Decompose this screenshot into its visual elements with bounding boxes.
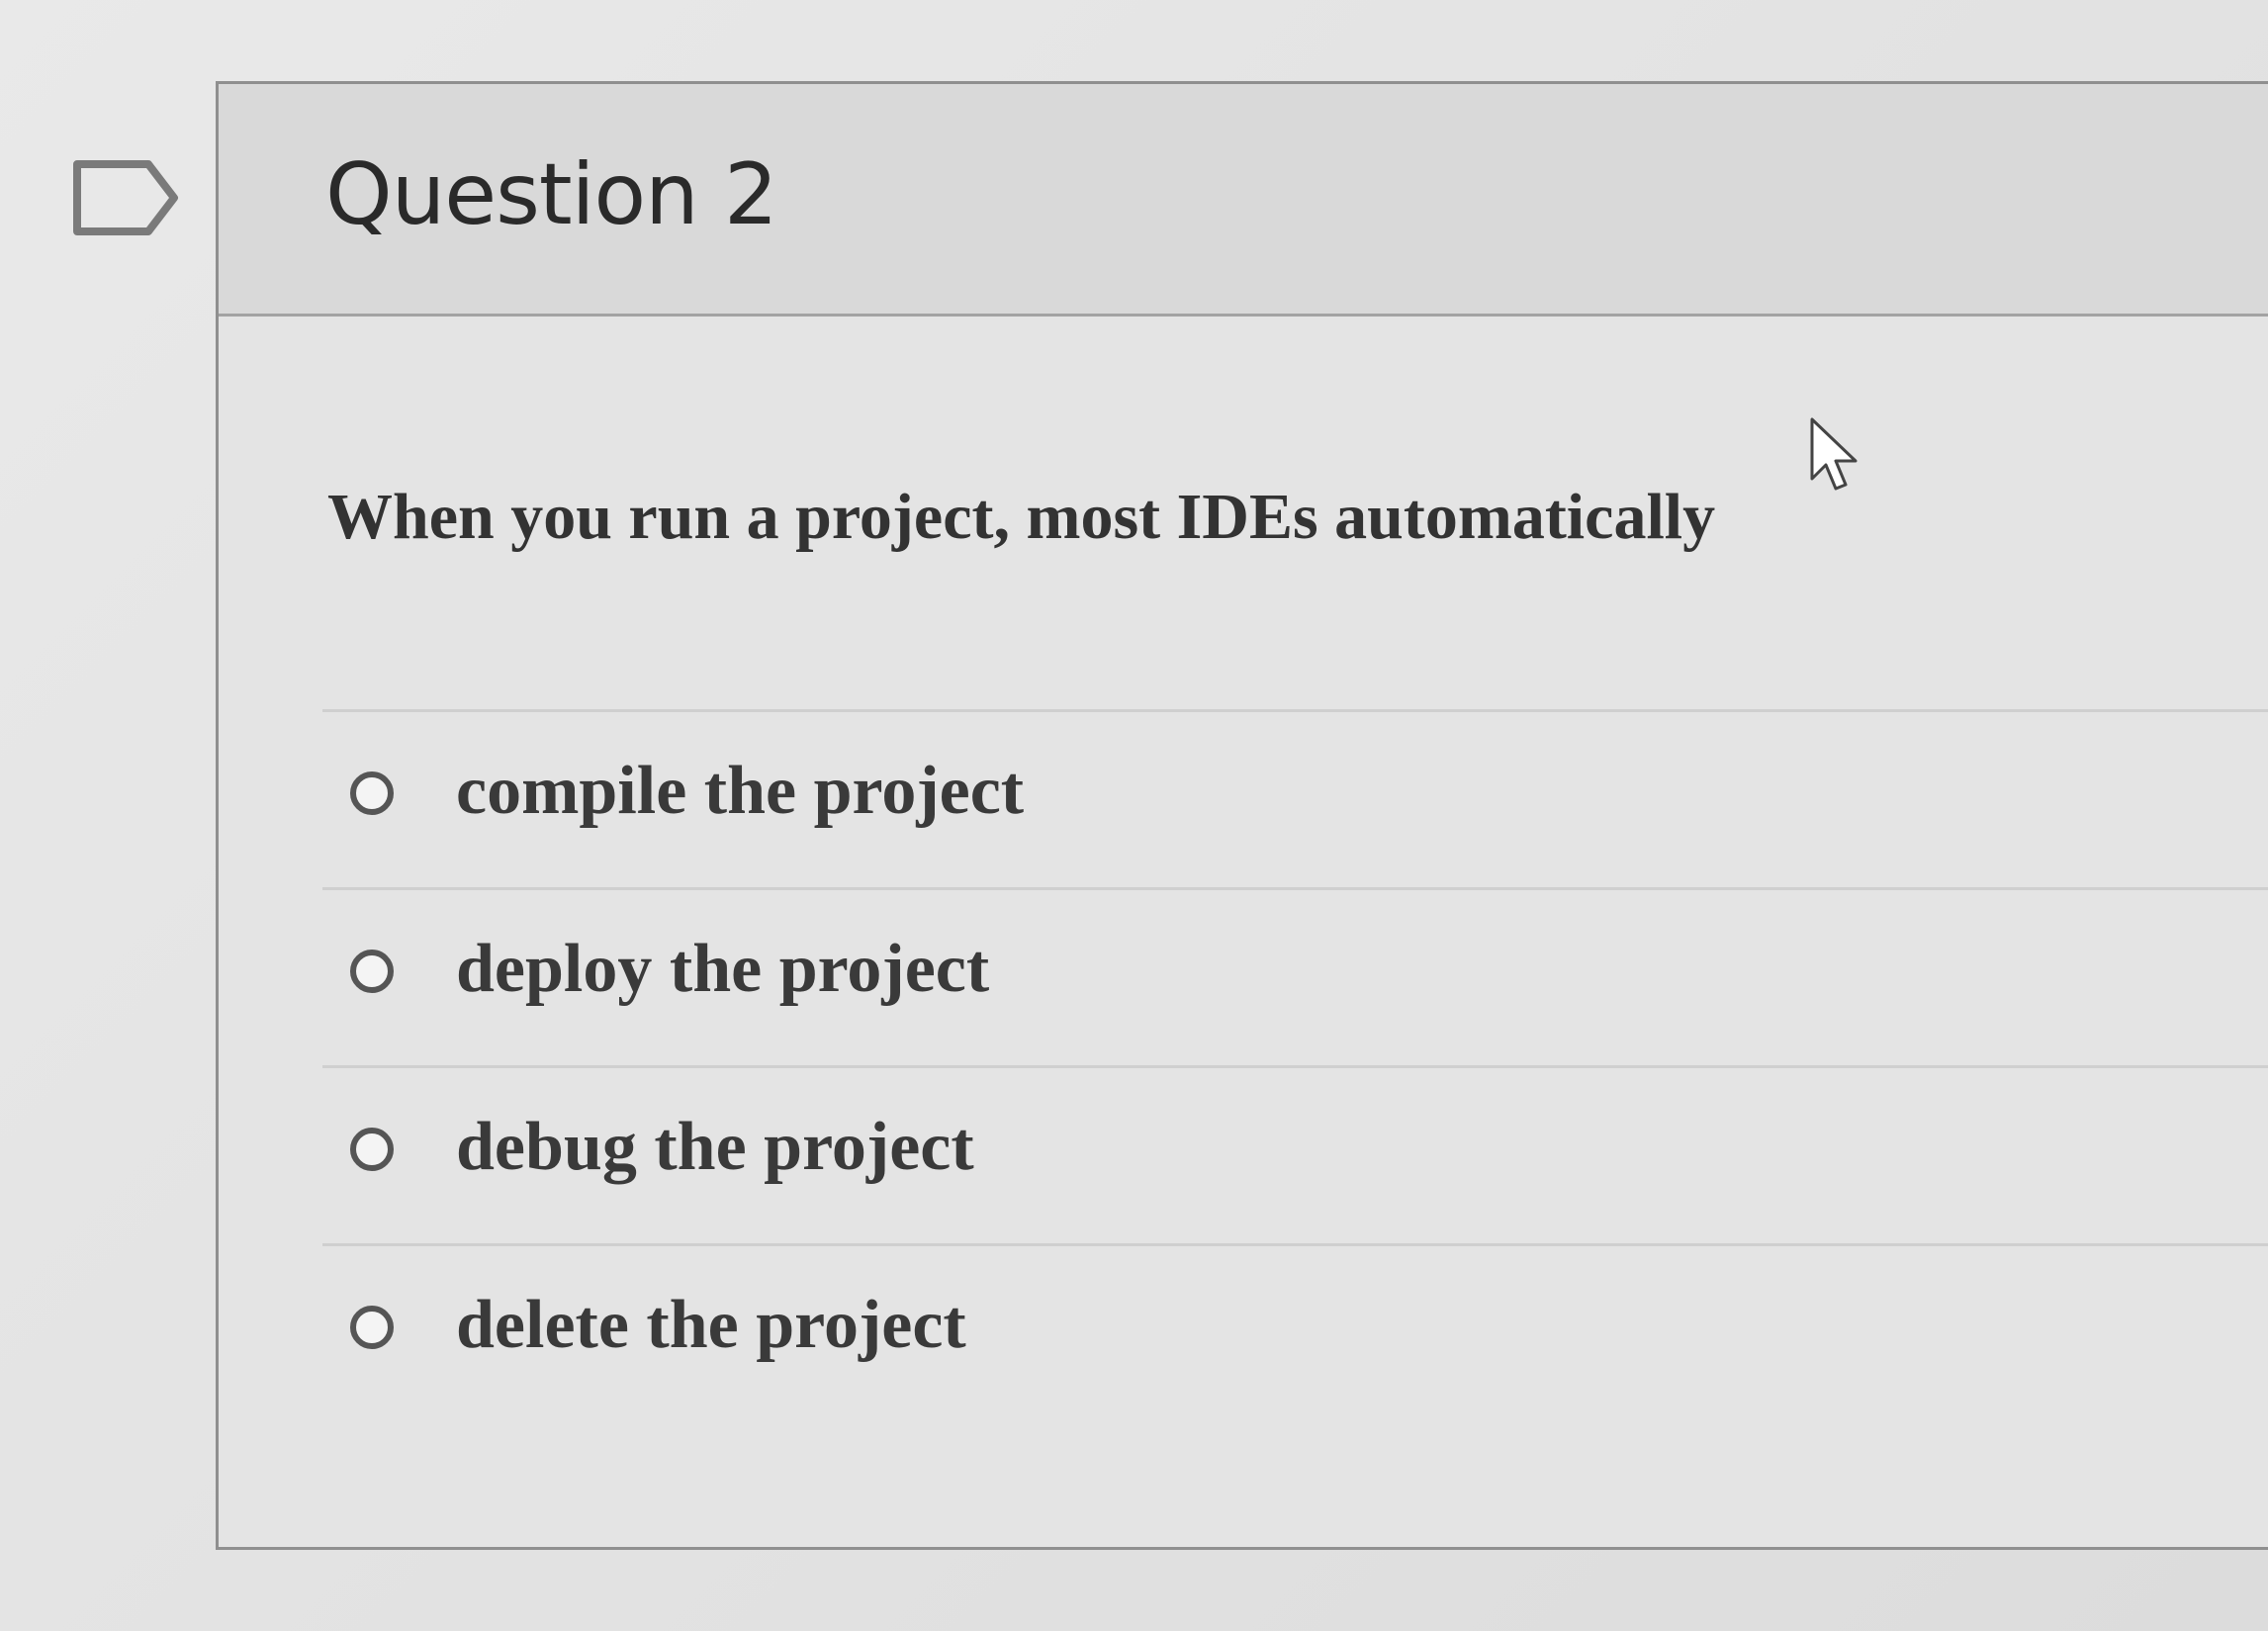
answer-list: compile the project deploy the project d… (322, 709, 2268, 1421)
radio-button[interactable] (350, 950, 394, 993)
answer-option[interactable]: delete the project (322, 1243, 2268, 1421)
question-prompt: When you run a project, most IDEs automa… (327, 481, 1716, 553)
flag-question-icon[interactable] (71, 158, 180, 237)
radio-button[interactable] (350, 1128, 394, 1171)
radio-button[interactable] (350, 771, 394, 815)
answer-label[interactable]: deploy the project (456, 930, 989, 1009)
answer-label[interactable]: delete the project (456, 1286, 966, 1365)
answer-label[interactable]: compile the project (456, 752, 1024, 831)
quiz-page: Question 2 When you run a project, most … (0, 0, 2268, 1631)
radio-button[interactable] (350, 1306, 394, 1349)
answer-option[interactable]: compile the project (322, 709, 2268, 887)
answer-label[interactable]: debug the project (456, 1108, 974, 1187)
question-title: Question 2 (325, 145, 778, 244)
mouse-pointer-icon (1810, 417, 1858, 491)
answer-option[interactable]: debug the project (322, 1065, 2268, 1243)
question-card: Question 2 When you run a project, most … (216, 81, 2268, 1550)
answer-option[interactable]: deploy the project (322, 887, 2268, 1065)
question-header: Question 2 (219, 84, 2268, 317)
